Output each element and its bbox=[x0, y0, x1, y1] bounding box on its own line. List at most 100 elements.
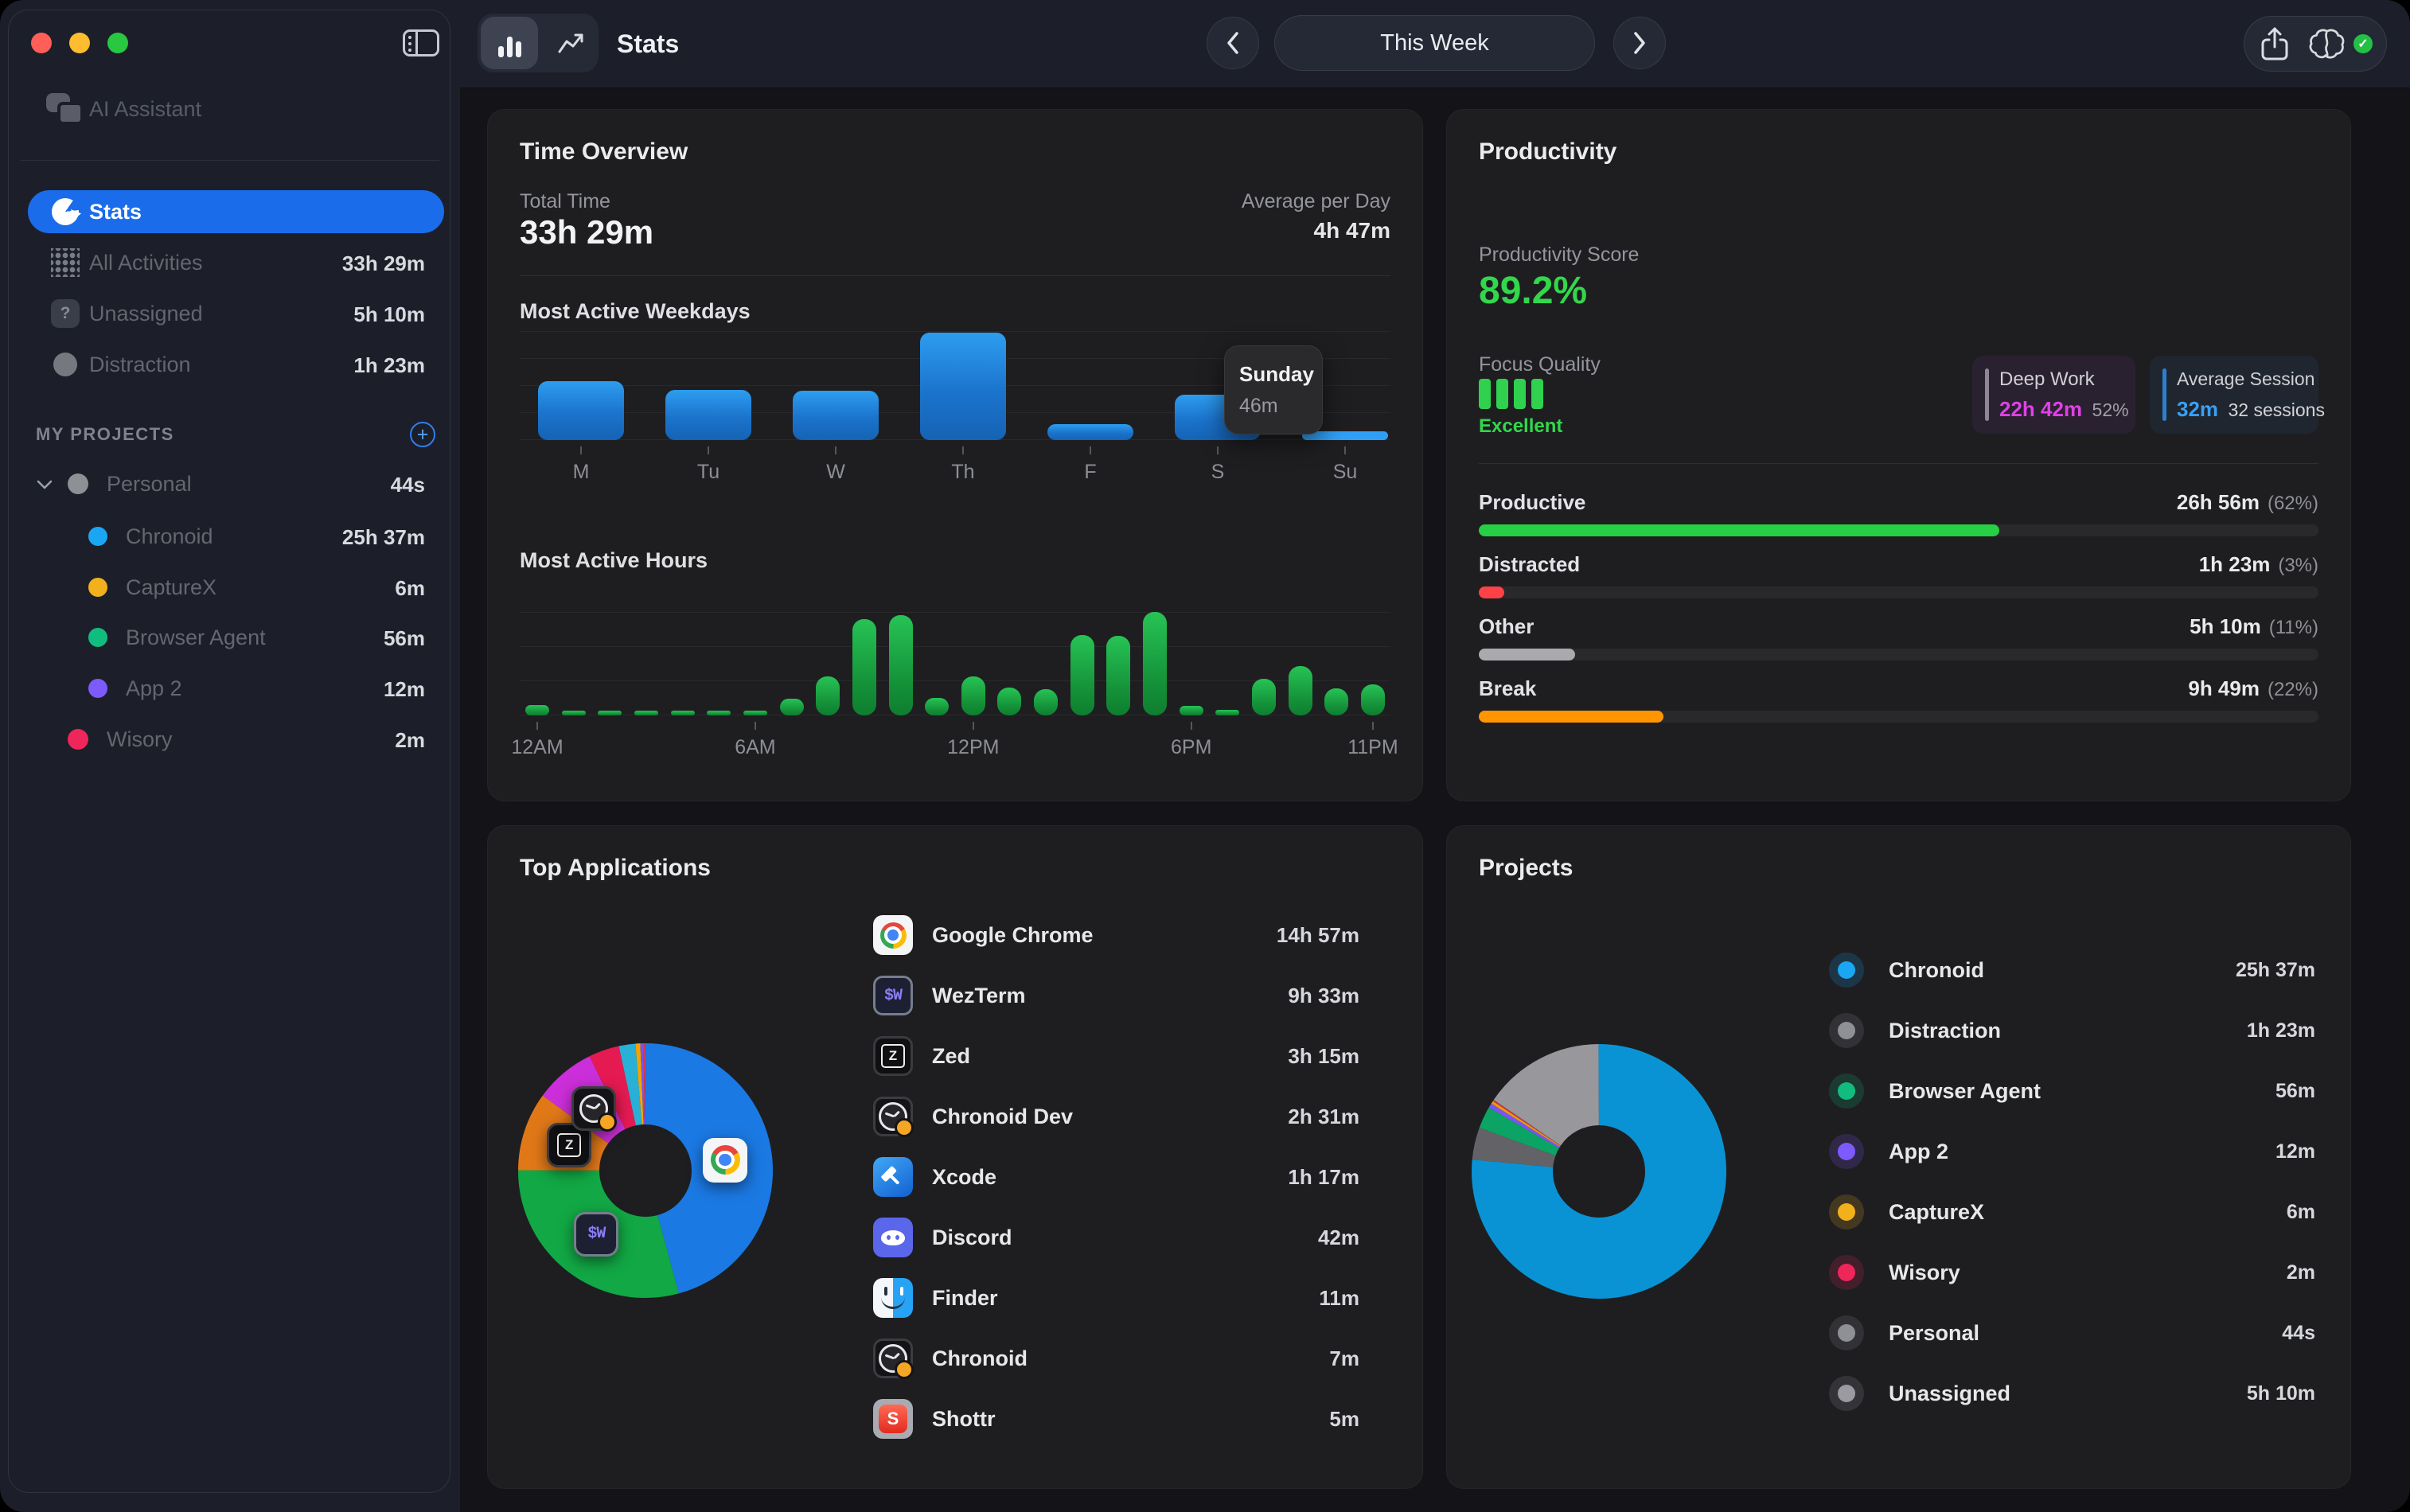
sidebar-project-personal[interactable]: Personal44s bbox=[0, 458, 460, 509]
hour-bar-19[interactable] bbox=[1215, 710, 1239, 715]
weekday-bar-W[interactable] bbox=[793, 391, 879, 440]
app-duration: 7m bbox=[1329, 1346, 1359, 1371]
breakdown-value-other: 5h 10m(11%) bbox=[2190, 614, 2318, 639]
hours-axis-label: 11PM bbox=[1337, 736, 1409, 759]
hour-bar-8[interactable] bbox=[816, 676, 840, 715]
sidebar-item-stats[interactable]: Stats bbox=[0, 186, 460, 237]
card-title: Time Overview bbox=[520, 138, 688, 166]
project-row-unassigned[interactable]: Unassigned5h 10m bbox=[1829, 1363, 2317, 1424]
add-project-button[interactable]: + bbox=[410, 422, 435, 447]
share-button[interactable] bbox=[2260, 25, 2290, 66]
weekday-bar-Tu[interactable] bbox=[665, 390, 751, 440]
sidebar-project-chronoid[interactable]: Chronoid25h 37m bbox=[0, 511, 460, 562]
hour-bar-9[interactable] bbox=[852, 619, 876, 715]
app-row-finder[interactable]: Finder11m bbox=[873, 1268, 1390, 1328]
chrome-app-icon bbox=[703, 1138, 747, 1183]
avg-session-detail: 32 sessions bbox=[2229, 399, 2325, 420]
hour-bar-14[interactable] bbox=[1034, 689, 1058, 715]
sidebar-item-distraction[interactable]: Distraction1h 23m bbox=[0, 339, 460, 390]
sidebar-project-capturex[interactable]: CaptureX6m bbox=[0, 562, 460, 613]
unassigned-icon: ? bbox=[51, 299, 80, 328]
project-duration: 25h 37m bbox=[2236, 959, 2315, 982]
hours-chart-title: Most Active Hours bbox=[520, 548, 708, 573]
project-label: Browser Agent bbox=[126, 625, 266, 650]
previous-period-button[interactable] bbox=[1207, 17, 1259, 69]
projects-donut-chart[interactable] bbox=[1472, 1044, 1726, 1299]
next-period-button[interactable] bbox=[1613, 17, 1666, 69]
app-row-discord[interactable]: Discord42m bbox=[873, 1207, 1390, 1268]
breakdown-bar-track bbox=[1479, 649, 2318, 661]
hour-bar-17[interactable] bbox=[1143, 612, 1167, 715]
project-label: Personal bbox=[107, 472, 192, 497]
zoom-button[interactable] bbox=[107, 33, 128, 53]
hour-bar-13[interactable] bbox=[997, 688, 1021, 715]
segment-line-chart[interactable] bbox=[544, 17, 599, 69]
tooltip-title: Sunday bbox=[1239, 362, 1308, 387]
total-time-value: 33h 29m bbox=[520, 213, 653, 251]
weekday-bar-M[interactable] bbox=[538, 381, 624, 440]
project-color-dot bbox=[1829, 1194, 1864, 1229]
hour-bar-22[interactable] bbox=[1324, 688, 1348, 715]
close-button[interactable] bbox=[31, 33, 52, 53]
period-selector[interactable]: This Week bbox=[1274, 15, 1595, 71]
donut-badge-wezterm: $W bbox=[574, 1212, 618, 1257]
deep-work-label: Deep Work bbox=[1999, 368, 2095, 391]
sidebar-project-wisory[interactable]: Wisory2m bbox=[0, 714, 460, 765]
app-row-chronoid[interactable]: Chronoid7m bbox=[873, 1328, 1390, 1389]
bar-chart-icon[interactable] bbox=[492, 29, 527, 57]
period-label: This Week bbox=[1380, 30, 1488, 57]
hour-bar-18[interactable] bbox=[1180, 706, 1203, 715]
sidebar-toggle-button[interactable] bbox=[403, 29, 439, 57]
chevron-down-icon[interactable] bbox=[37, 479, 53, 489]
hour-bar-15[interactable] bbox=[1070, 635, 1094, 715]
project-row-app-2[interactable]: App 212m bbox=[1829, 1121, 2317, 1182]
hour-bar-16[interactable] bbox=[1106, 636, 1130, 715]
project-name: Browser Agent bbox=[1889, 1079, 2041, 1104]
breakdown-bar-fill bbox=[1479, 711, 1663, 723]
hour-bar-7[interactable] bbox=[780, 699, 804, 715]
project-value: 2m bbox=[395, 728, 425, 753]
app-row-chronoid-dev[interactable]: Chronoid Dev2h 31m bbox=[873, 1086, 1390, 1147]
hour-bar-0[interactable] bbox=[525, 705, 549, 715]
minimize-button[interactable] bbox=[69, 33, 90, 53]
hour-bar-21[interactable] bbox=[1289, 666, 1312, 715]
project-value: 12m bbox=[384, 677, 425, 702]
hour-bar-12[interactable] bbox=[961, 676, 985, 715]
hour-bar-11[interactable] bbox=[925, 698, 949, 715]
hour-bar-20[interactable] bbox=[1252, 679, 1276, 715]
productivity-score: 89.2% bbox=[1479, 269, 1587, 313]
breakdown-bar-fill bbox=[1479, 649, 1575, 661]
chronoid-dev-app-icon bbox=[571, 1086, 616, 1131]
project-row-personal[interactable]: Personal44s bbox=[1829, 1303, 2317, 1363]
weekday-bar-Th[interactable] bbox=[920, 333, 1006, 440]
chrome-app-icon bbox=[873, 915, 913, 955]
sidebar-project-browser-agent[interactable]: Browser Agent56m bbox=[0, 612, 460, 663]
app-row-xcode[interactable]: Xcode1h 17m bbox=[873, 1147, 1390, 1207]
project-row-wisory[interactable]: Wisory2m bbox=[1829, 1242, 2317, 1303]
sidebar-item-ai-assistant[interactable]: AI Assistant bbox=[0, 84, 460, 134]
project-row-capturex[interactable]: CaptureX6m bbox=[1829, 1182, 2317, 1242]
hour-bar-23[interactable] bbox=[1361, 684, 1385, 715]
average-session-tile: Average Session 32m 32 sessions bbox=[2150, 356, 2318, 434]
app-row-google-chrome[interactable]: Google Chrome14h 57m bbox=[873, 905, 1390, 965]
ai-status-button[interactable] bbox=[2308, 28, 2346, 64]
app-row-shottr[interactable]: SShottr5m bbox=[873, 1389, 1390, 1449]
sidebar-item-unassigned[interactable]: ?Unassigned5h 10m bbox=[0, 288, 460, 339]
app-row-wezterm[interactable]: $WWezTerm9h 33m bbox=[873, 965, 1390, 1026]
app-row-zed[interactable]: ZZed3h 15m bbox=[873, 1026, 1390, 1086]
project-row-browser-agent[interactable]: Browser Agent56m bbox=[1829, 1061, 2317, 1121]
project-row-chronoid[interactable]: Chronoid25h 37m bbox=[1829, 940, 2317, 1000]
hours-axis-label: 6PM bbox=[1156, 736, 1227, 759]
breakdown-bar-track bbox=[1479, 711, 2318, 723]
project-name: Wisory bbox=[1889, 1261, 1960, 1285]
card-title: Projects bbox=[1479, 855, 1573, 882]
weekday-axis-label: F bbox=[1055, 461, 1126, 484]
project-row-distraction[interactable]: Distraction1h 23m bbox=[1829, 1000, 2317, 1061]
breakdown-label-distracted: Distracted bbox=[1479, 552, 1580, 577]
sidebar-item-all-activities[interactable]: All Activities33h 29m bbox=[0, 237, 460, 288]
sidebar-project-app-2[interactable]: App 212m bbox=[0, 663, 460, 714]
project-color-dot bbox=[88, 679, 107, 698]
focus-quality-label: Focus Quality bbox=[1479, 353, 1601, 376]
weekday-bar-F[interactable] bbox=[1047, 424, 1133, 440]
hour-bar-10[interactable] bbox=[889, 615, 913, 715]
